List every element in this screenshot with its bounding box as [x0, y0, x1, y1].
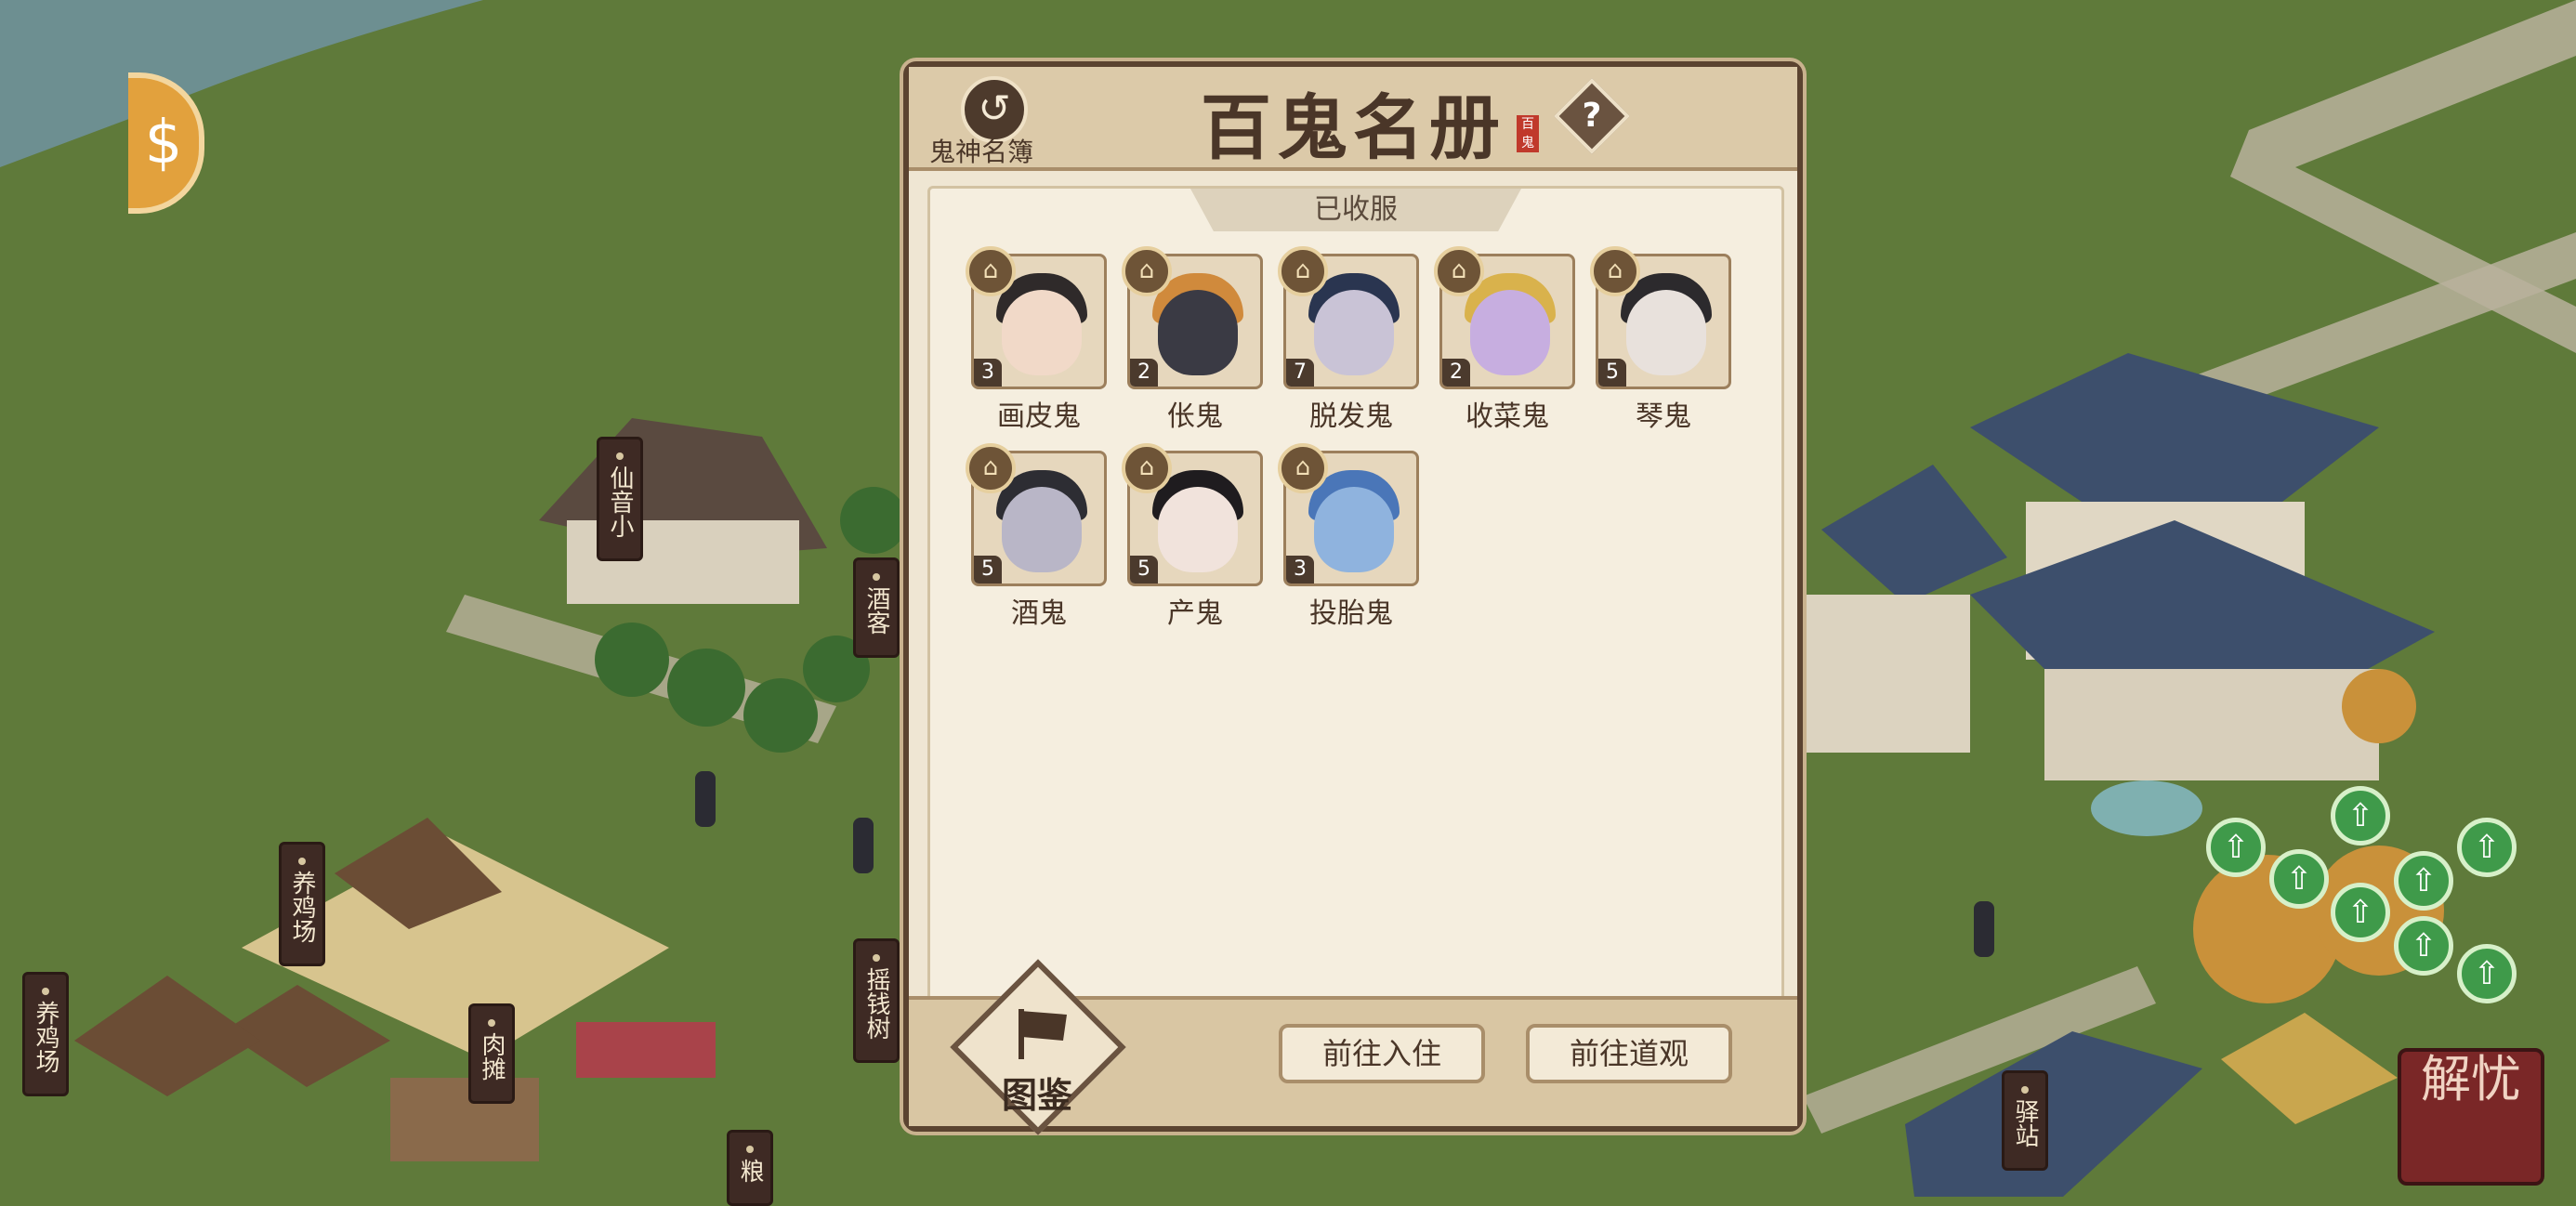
temple-icon: ⌂: [966, 443, 1016, 493]
temple-icon: ⌂: [1122, 443, 1172, 493]
ghost-card-qingui[interactable]: 5 ⌂ 琴鬼: [1590, 246, 1735, 434]
ghost-level: 7: [1286, 359, 1314, 387]
temple-icon: ⌂: [1122, 246, 1172, 296]
coin-icon: $: [144, 109, 183, 177]
ghost-name: 脱发鬼: [1309, 400, 1393, 433]
section-tab-collected: 已收服: [1190, 189, 1521, 231]
ghost-level: 2: [1442, 359, 1470, 387]
ghost-card-changui[interactable]: 5 ⌂ 产鬼: [1122, 443, 1267, 631]
ghost-level: 5: [974, 556, 1002, 583]
ghost-name: 酒鬼: [1011, 597, 1067, 630]
upgrade-arrow-icon[interactable]: ⇧: [2331, 786, 2390, 846]
ghost-card-shoucaigui[interactable]: 2 ⌂ 收菜鬼: [1434, 246, 1579, 434]
banner-icon: [1019, 1009, 1067, 1059]
sign-label: 肉摊: [478, 1032, 506, 1081]
upgrade-arrow-icon[interactable]: ⇧: [2457, 818, 2517, 877]
tujian-label: 图鉴: [1002, 1074, 1073, 1116]
ghost-name: 伥鬼: [1167, 400, 1223, 433]
ghost-name: 画皮鬼: [997, 400, 1081, 433]
upgrade-arrow-icon[interactable]: ⇧: [2331, 883, 2390, 942]
ghost-registry-panel: ↺ 鬼神名簿 百鬼名册 百鬼 ? 已收服 3 ⌂ 画皮鬼 2 ⌂ 伥鬼 7 ⌂ …: [903, 61, 1803, 1135]
question-icon: ?: [1582, 97, 1602, 135]
ghost-level: 5: [1598, 359, 1626, 387]
go-move-in-button[interactable]: 前往入住: [1279, 1024, 1485, 1083]
jieyou-label: 解忧: [2421, 1050, 2521, 1108]
ghost-level: 3: [974, 359, 1002, 387]
upgrade-arrow-icon[interactable]: ⇧: [2394, 851, 2453, 911]
ghost-card-toutaigui[interactable]: 3 ⌂ 投胎鬼: [1278, 443, 1423, 631]
sign-label: 养鸡场: [288, 871, 316, 943]
sign-yangjichang-2[interactable]: 养鸡场: [22, 972, 69, 1096]
ghost-name: 投胎鬼: [1309, 597, 1393, 630]
upgrade-arrow-icon[interactable]: ⇧: [2457, 944, 2517, 1003]
sign-label: 驿站: [2011, 1099, 2039, 1147]
ghost-level: 2: [1130, 359, 1158, 387]
ghost-list-area: 已收服 3 ⌂ 画皮鬼 2 ⌂ 伥鬼 7 ⌂ 脱发鬼 2 ⌂ 收菜鬼 5 ⌂ 琴…: [927, 186, 1784, 1037]
sign-xianyin[interactable]: 仙音小: [597, 437, 643, 561]
ghost-name: 琴鬼: [1636, 400, 1691, 433]
go-temple-button[interactable]: 前往道观: [1526, 1024, 1732, 1083]
jieyou-button[interactable]: 解忧: [2398, 1048, 2544, 1186]
ghost-name: 收菜鬼: [1465, 400, 1549, 433]
upgrade-arrow-icon[interactable]: ⇧: [2269, 849, 2329, 909]
upgrade-arrow-icon[interactable]: ⇧: [2394, 916, 2453, 976]
temple-icon: ⌂: [1278, 443, 1328, 493]
sign-label: 摇钱树: [862, 967, 890, 1040]
panel-footer: 图鉴 前往入住 前往道观: [909, 959, 1797, 1135]
ghost-name: 产鬼: [1167, 597, 1223, 630]
sign-label: 仙音小: [606, 465, 634, 538]
ghost-card-tuofagui[interactable]: 7 ⌂ 脱发鬼: [1278, 246, 1423, 434]
sign-label: 酒客: [862, 586, 890, 635]
panel-title: 百鬼名册: [1201, 86, 1505, 169]
ghost-level: 5: [1130, 556, 1158, 583]
temple-icon: ⌂: [1434, 246, 1484, 296]
temple-icon: ⌂: [1590, 246, 1640, 296]
sign-label: 养鸡场: [32, 1001, 59, 1073]
ghost-card-changgui[interactable]: 2 ⌂ 伥鬼: [1122, 246, 1267, 434]
ghost-card-huapigui[interactable]: 3 ⌂ 画皮鬼: [966, 246, 1111, 434]
title-stamp: 百鬼: [1517, 115, 1539, 152]
temple-icon: ⌂: [1278, 246, 1328, 296]
upgrade-arrow-icon[interactable]: ⇧: [2206, 818, 2266, 877]
sign-routan[interactable]: 肉摊: [468, 1003, 515, 1104]
sign-liang[interactable]: 粮: [727, 1130, 773, 1206]
temple-icon: ⌂: [966, 246, 1016, 296]
sign-yangjichang-1[interactable]: 养鸡场: [279, 842, 325, 966]
sign-yaoqianshu[interactable]: 摇钱树: [853, 938, 900, 1063]
ghost-card-jiugui[interactable]: 5 ⌂ 酒鬼: [966, 443, 1111, 631]
sign-label: 粮: [736, 1159, 764, 1183]
panel-header: ↺ 鬼神名簿 百鬼名册 百鬼 ?: [909, 67, 1797, 171]
sign-jiuke[interactable]: 酒客: [853, 557, 900, 658]
ghost-level: 3: [1286, 556, 1314, 583]
sign-yizhan[interactable]: 驿站: [2002, 1070, 2048, 1171]
